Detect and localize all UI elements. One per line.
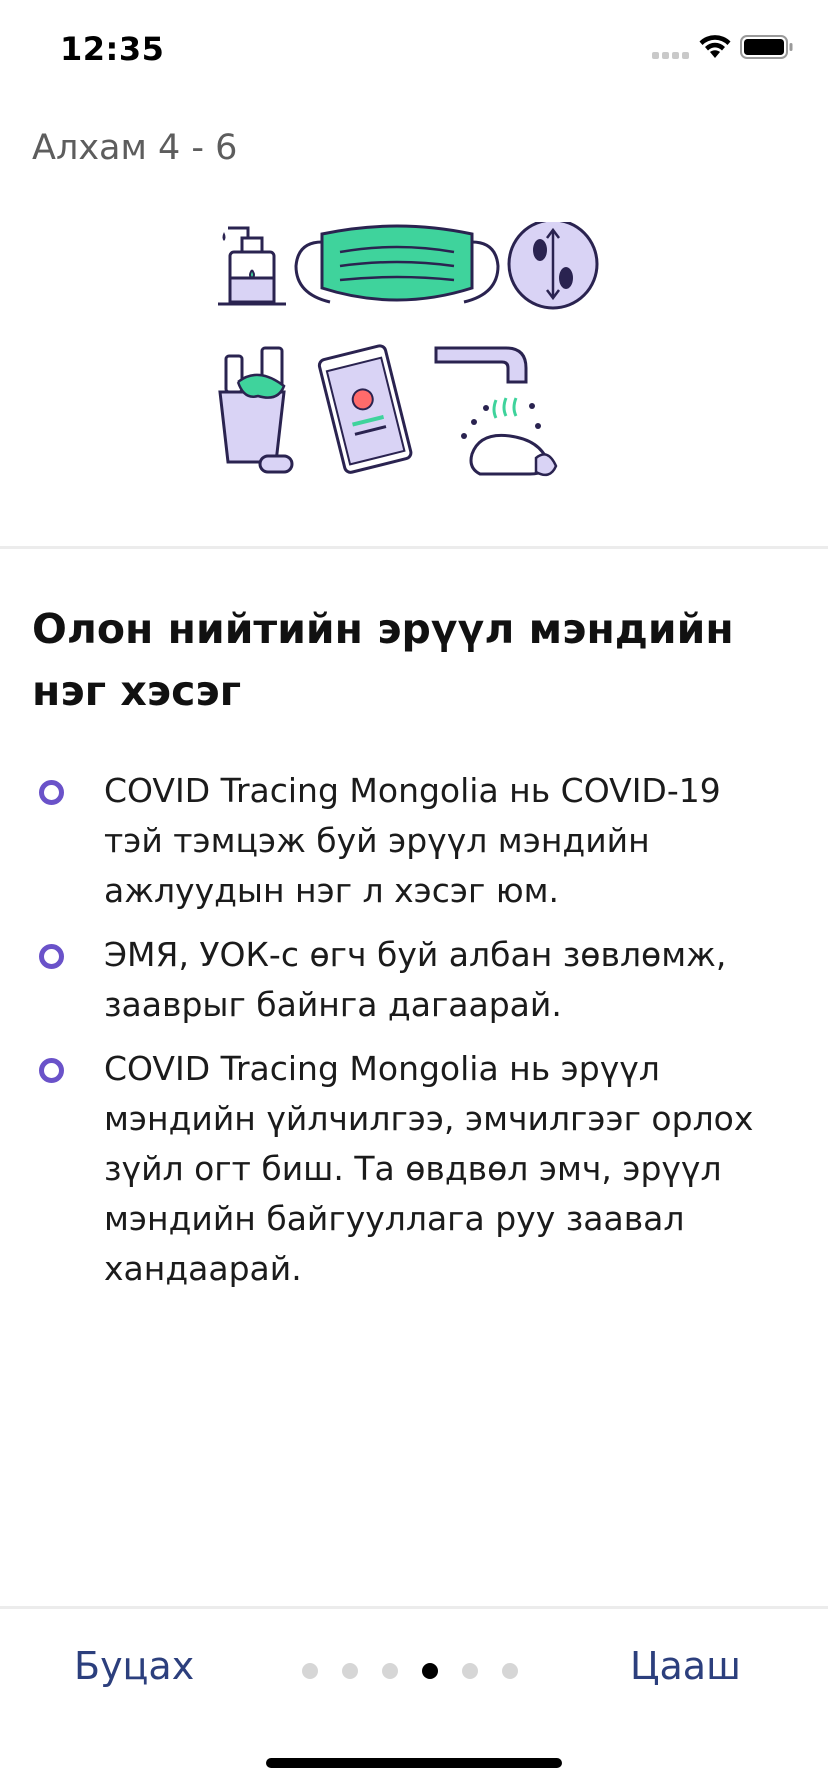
list-item: COVID Tracing Mongolia нь COVID-19 тэй т… — [0, 766, 828, 916]
page-dot[interactable] — [342, 1663, 358, 1679]
page-dot[interactable] — [302, 1663, 318, 1679]
info-list: COVID Tracing Mongolia нь COVID-19 тэй т… — [0, 766, 828, 1308]
home-indicator — [266, 1758, 562, 1768]
list-item: COVID Tracing Mongolia нь эрүүл мэндийн … — [0, 1044, 828, 1294]
list-item-text: ЭМЯ, УОК-с өгч буй албан зөвлөмж, заавры… — [104, 935, 727, 1024]
page-dot[interactable] — [382, 1663, 398, 1679]
back-button[interactable]: Буцах — [74, 1644, 194, 1688]
hand-washing-icon — [434, 346, 558, 477]
social-distance-icon — [507, 222, 599, 310]
top-divider — [0, 546, 828, 549]
step-indicator: Алхам 4 - 6 — [32, 128, 238, 168]
face-mask-icon — [294, 224, 500, 304]
next-button[interactable]: Цааш — [630, 1644, 741, 1688]
page-dot[interactable] — [502, 1663, 518, 1679]
status-time: 12:35 — [60, 30, 165, 68]
battery-icon — [740, 35, 793, 59]
page-dot[interactable] — [422, 1663, 438, 1679]
bullet-circle-icon — [39, 1058, 64, 1083]
list-item-text: COVID Tracing Mongolia нь COVID-19 тэй т… — [104, 771, 721, 910]
phone-alert-icon — [317, 344, 413, 474]
page-title: Олон нийтийн эрүүл мэндийн нэг хэсэг — [32, 605, 734, 715]
list-item: ЭМЯ, УОК-с өгч буй албан зөвлөмж, заавры… — [0, 930, 828, 1030]
cellular-signal-icon — [652, 52, 692, 60]
bullet-circle-icon — [39, 944, 64, 969]
page-dot[interactable] — [462, 1663, 478, 1679]
bullet-circle-icon — [39, 780, 64, 805]
wifi-icon — [699, 35, 731, 58]
list-item-text: COVID Tracing Mongolia нь эрүүл мэндийн … — [104, 1049, 754, 1288]
status-bar: 12:35 — [0, 0, 828, 100]
hand-sanitizer-icon — [218, 226, 286, 306]
cleaning-bucket-icon — [218, 346, 294, 474]
health-measures-illustration — [218, 222, 599, 477]
